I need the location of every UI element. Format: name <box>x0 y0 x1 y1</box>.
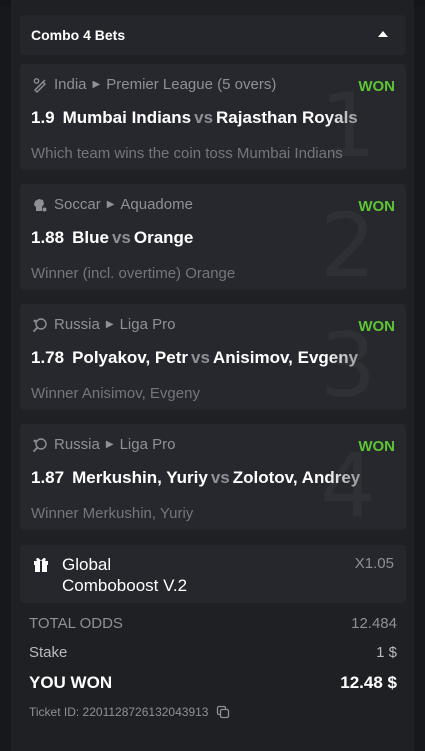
bet-status: WON <box>358 198 395 215</box>
bet-market: Winner Merkushin, Yuriy <box>31 505 194 522</box>
team-away: Zolotov, Andrey <box>232 468 361 487</box>
bet-market: Which team wins the coin toss Mumbai Ind… <box>31 145 343 162</box>
bet-status: WON <box>358 438 395 455</box>
bet-breadcrumb: Soccar ▶ Aquadome <box>32 196 193 213</box>
soccer-icon <box>34 198 47 211</box>
gift-icon <box>34 557 48 572</box>
chevron-right-icon: ▶ <box>106 199 115 210</box>
combo-title: Combo 4 Bets <box>31 27 126 43</box>
boost-name: Global Comboboost V.2 <box>62 554 187 596</box>
bet-match[interactable]: 1.87 Merkushin, Yuriy vs Zolotov, Andrey <box>31 468 391 488</box>
comboboost-card: Global Comboboost V.2 X1.05 <box>20 545 406 603</box>
bet-card: 1 India ▶ Premier League (5 overs) WON 1… <box>20 64 406 170</box>
bet-breadcrumb: India ▶ Premier League (5 overs) <box>32 76 276 93</box>
bet-sport: India <box>54 76 87 93</box>
winnings-value: 12.48 $ <box>340 673 397 692</box>
boost-name-line1: Global <box>62 555 112 574</box>
team-home: Merkushin, Yuriy <box>72 468 208 487</box>
team-home: Blue <box>72 228 109 247</box>
bet-league: Liga Pro <box>119 316 176 333</box>
bet-league: Liga Pro <box>119 436 176 453</box>
team-away: Rajasthan Royals <box>216 108 358 127</box>
chevron-right-icon: ▶ <box>92 79 101 90</box>
caret-up-icon[interactable] <box>378 31 388 37</box>
ticket-id-label: Ticket ID: 2201128726132043913 <box>29 705 209 719</box>
stake-value: 1 $ <box>376 644 397 661</box>
cricket-icon <box>33 77 46 93</box>
bet-status: WON <box>358 318 395 335</box>
bet-league: Aquadome <box>120 196 193 213</box>
chevron-right-icon: ▶ <box>105 439 114 450</box>
table-tennis-icon <box>33 437 47 452</box>
bet-odds: 1.88 <box>31 228 65 247</box>
bet-card: 2 Soccar ▶ Aquadome WON 1.88 Blue vs Orange… <box>20 184 406 290</box>
bet-market: Winner Anisimov, Evgeny <box>31 385 200 402</box>
team-home: Polyakov, Petr <box>72 348 188 367</box>
bet-breadcrumb: Russia ▶ Liga Pro <box>32 436 175 453</box>
bet-sport: Russia <box>54 436 100 453</box>
boost-name-line2: Comboboost V.2 <box>62 576 188 595</box>
bet-card: 4 Russia ▶ Liga Pro WON 1.87 Merkushin, Y… <box>20 424 406 530</box>
bet-match[interactable]: 1.78 Polyakov, Petr vs Anisimov, Evgeny <box>31 348 391 368</box>
ticket-id: Ticket ID: 2201128726132043913 <box>29 705 230 719</box>
table-tennis-icon <box>33 317 47 332</box>
bet-sport: Russia <box>54 316 100 333</box>
bet-match[interactable]: 1.9 Mumbai Indians vs Rajasthan Royals <box>31 108 391 128</box>
bet-odds: 1.9 <box>31 108 55 127</box>
team-away: Anisimov, Evgeny <box>212 348 359 367</box>
bet-card: 3 Russia ▶ Liga Pro WON 1.78 Polyakov, Pe… <box>20 304 406 410</box>
bet-breadcrumb: Russia ▶ Liga Pro <box>32 316 175 333</box>
bet-league: Premier League (5 overs) <box>106 76 277 93</box>
total-odds-value: 12.484 <box>351 615 397 632</box>
vs-label: vs <box>191 348 210 367</box>
bet-sport: Soccar <box>54 196 101 213</box>
team-home: Mumbai Indians <box>62 108 192 127</box>
combo-header[interactable]: Combo 4 Bets <box>20 15 406 55</box>
vs-label: vs <box>194 108 214 127</box>
team-away: Orange <box>133 228 194 247</box>
vs-label: vs <box>210 468 230 487</box>
bet-odds: 1.78 <box>31 348 65 367</box>
bet-match[interactable]: 1.88 Blue vs Orange <box>31 228 391 248</box>
boost-multiplier: X1.05 <box>354 555 394 572</box>
chevron-right-icon: ▶ <box>105 319 114 330</box>
stake-label: Stake <box>29 644 68 661</box>
bet-status: WON <box>358 78 395 95</box>
bet-market: Winner (incl. overtime) Orange <box>31 265 236 282</box>
bet-odds: 1.87 <box>31 468 65 487</box>
total-odds-label: TOTAL ODDS <box>29 615 123 632</box>
vs-label: vs <box>111 228 131 247</box>
winnings-label: YOU WON <box>29 673 113 692</box>
copy-icon[interactable] <box>216 705 230 719</box>
